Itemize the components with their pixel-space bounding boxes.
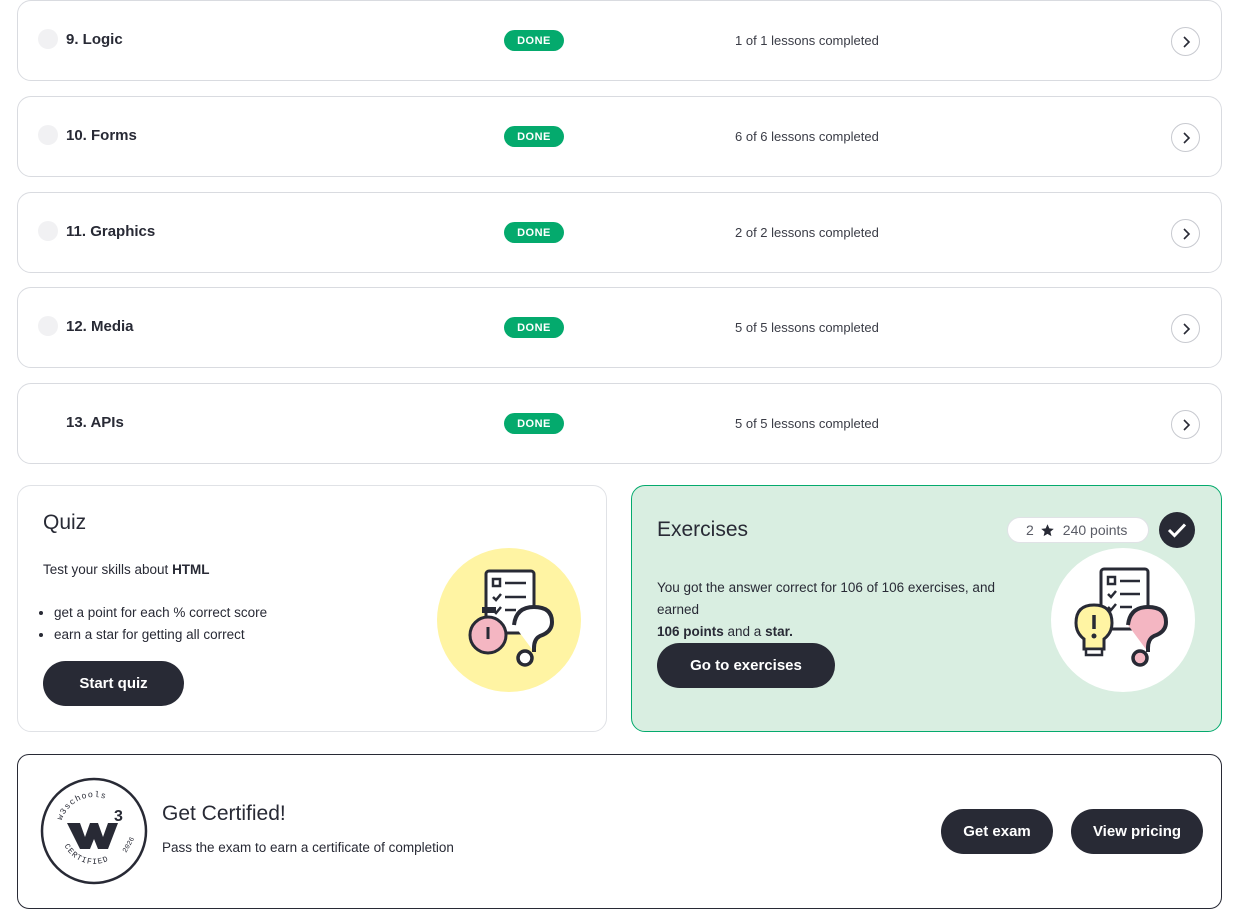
view-pricing-button[interactable]: View pricing	[1071, 809, 1203, 854]
status-dot	[38, 125, 58, 145]
get-exam-button[interactable]: Get exam	[941, 809, 1053, 854]
module-row[interactable]: 12. Media DONE 5 of 5 lessons completed	[17, 287, 1222, 368]
certified-description: Pass the exam to earn a certificate of c…	[162, 840, 454, 855]
points-earned: 106 points	[657, 624, 724, 639]
module-row[interactable]: 10. Forms DONE 6 of 6 lessons completed	[17, 96, 1222, 177]
module-title: 9. Logic	[66, 31, 123, 48]
chevron-right-icon[interactable]	[1171, 27, 1200, 56]
module-row[interactable]: 13. APIs DONE 5 of 5 lessons completed	[17, 383, 1222, 464]
go-to-exercises-button[interactable]: Go to exercises	[657, 643, 835, 688]
module-title: 11. Graphics	[66, 223, 156, 240]
quiz-description: Test your skills about HTML	[43, 559, 210, 581]
exercises-text-2: and a	[723, 624, 766, 639]
status-dot	[38, 316, 58, 336]
certified-title: Get Certified!	[162, 802, 286, 825]
quiz-title: Quiz	[43, 511, 87, 534]
lesson-progress: 5 of 5 lessons completed	[735, 320, 879, 335]
module-title: 13. APIs	[66, 414, 124, 431]
module-title: 12. Media	[66, 318, 134, 335]
points-total: 240 points	[1062, 522, 1128, 538]
lesson-progress: 1 of 1 lessons completed	[735, 33, 879, 48]
exercises-illustration-icon	[1051, 548, 1195, 692]
quiz-topic: HTML	[172, 562, 210, 577]
status-dot	[38, 29, 58, 49]
status-badge: DONE	[504, 317, 564, 338]
quiz-description-text: Test your skills about	[43, 562, 173, 577]
status-badge: DONE	[504, 222, 564, 243]
status-badge: DONE	[504, 126, 564, 147]
lesson-progress: 5 of 5 lessons completed	[735, 416, 879, 431]
module-row[interactable]: 11. Graphics DONE 2 of 2 lessons complet…	[17, 192, 1222, 273]
exercises-text: You got the answer correct for 106 of 10…	[657, 580, 995, 617]
w3schools-certified-logo: w3schools CERTIFIED 2026 3	[40, 777, 148, 885]
list-item: get a point for each % correct score	[54, 602, 267, 624]
list-item: earn a star for getting all correct	[54, 624, 267, 646]
badge-superscript: 3	[114, 808, 123, 825]
star-word: star.	[765, 624, 793, 639]
module-title: 10. Forms	[66, 127, 137, 144]
status-badge: DONE	[504, 413, 564, 434]
check-icon	[1159, 512, 1195, 548]
star-count: 2	[1026, 522, 1034, 538]
lesson-progress: 6 of 6 lessons completed	[735, 129, 879, 144]
start-quiz-button[interactable]: Start quiz	[43, 661, 184, 706]
exercises-title: Exercises	[657, 518, 749, 541]
quiz-bullets: get a point for each % correct score ear…	[54, 602, 267, 646]
points-badge: 2 240 points	[1007, 517, 1149, 543]
quiz-illustration-icon	[437, 548, 581, 692]
chevron-right-icon[interactable]	[1171, 123, 1200, 152]
status-dot	[38, 221, 58, 241]
exercises-description: You got the answer correct for 106 of 10…	[657, 577, 1037, 643]
module-row[interactable]: 9. Logic DONE 1 of 1 lessons completed	[17, 0, 1222, 81]
star-icon	[1041, 523, 1054, 536]
chevron-right-icon[interactable]	[1171, 410, 1200, 439]
lesson-progress: 2 of 2 lessons completed	[735, 225, 879, 240]
chevron-right-icon[interactable]	[1171, 219, 1200, 248]
status-badge: DONE	[504, 30, 564, 51]
chevron-right-icon[interactable]	[1171, 314, 1200, 343]
